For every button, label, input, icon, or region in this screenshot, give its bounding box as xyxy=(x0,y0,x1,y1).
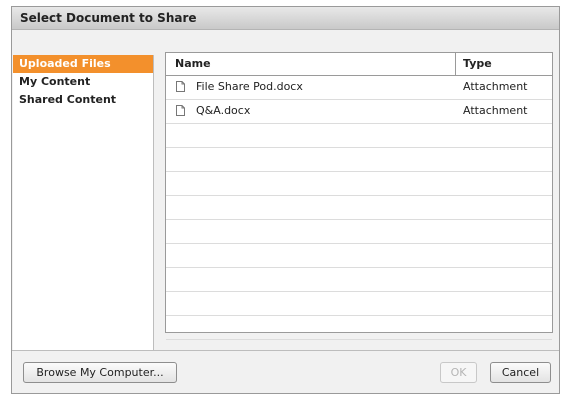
empty-row xyxy=(166,220,552,244)
column-header-name[interactable]: Name xyxy=(175,53,211,75)
empty-row xyxy=(166,124,552,148)
empty-row xyxy=(166,316,552,340)
sidebar: Uploaded Files My Content Shared Content xyxy=(13,55,154,351)
dialog-footer: Browse My Computer... OK Cancel xyxy=(12,350,559,393)
files-table: Name Type File Share Pod.docx Attachment… xyxy=(165,52,553,340)
empty-row xyxy=(166,172,552,196)
table-row[interactable]: Q&A.docx Attachment xyxy=(166,100,552,124)
browse-my-computer-button[interactable]: Browse My Computer... xyxy=(23,362,177,383)
table-header: Name Type xyxy=(166,53,552,76)
sidebar-item-shared-content[interactable]: Shared Content xyxy=(13,91,153,109)
sidebar-item-my-content[interactable]: My Content xyxy=(13,73,153,91)
file-type: Attachment xyxy=(463,80,528,93)
sidebar-item-uploaded-files[interactable]: Uploaded Files xyxy=(13,55,153,73)
empty-row xyxy=(166,196,552,220)
document-icon xyxy=(176,105,185,116)
file-type: Attachment xyxy=(463,104,528,117)
document-icon xyxy=(176,81,185,92)
column-header-type[interactable]: Type xyxy=(463,53,492,75)
dialog-title: Select Document to Share xyxy=(12,7,559,30)
select-document-dialog: Select Document to Share Uploaded Files … xyxy=(11,6,560,394)
empty-row xyxy=(166,148,552,172)
file-name: Q&A.docx xyxy=(196,104,251,117)
empty-row xyxy=(166,292,552,316)
empty-row xyxy=(166,244,552,268)
table-row[interactable]: File Share Pod.docx Attachment xyxy=(166,76,552,100)
file-name: File Share Pod.docx xyxy=(196,80,303,93)
empty-row xyxy=(166,268,552,292)
cancel-button[interactable]: Cancel xyxy=(490,362,551,383)
content-pane: Name Type File Share Pod.docx Attachment… xyxy=(154,31,559,351)
column-divider[interactable] xyxy=(455,53,456,75)
ok-button[interactable]: OK xyxy=(440,362,477,383)
